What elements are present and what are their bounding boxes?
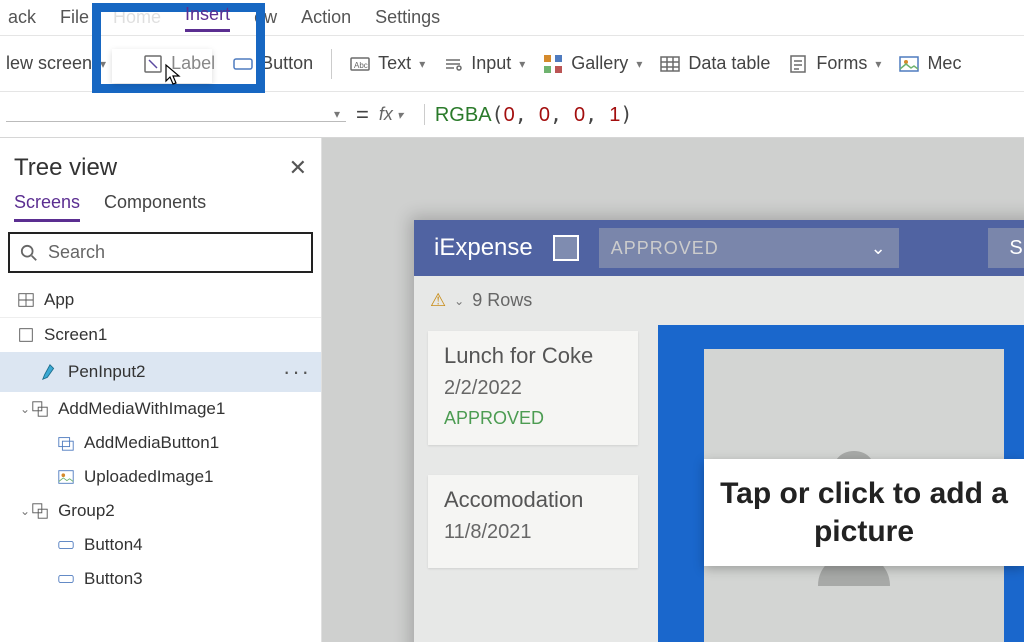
cursor-icon bbox=[163, 63, 185, 92]
tree-view-panel: Tree view ✕ Screens Components Search Ap… bbox=[0, 138, 322, 642]
tree-node-button3[interactable]: Button3 bbox=[0, 562, 321, 596]
button-icon bbox=[56, 536, 76, 554]
input-icon bbox=[443, 54, 463, 74]
card-title: Accomodation bbox=[444, 487, 622, 513]
tab-components[interactable]: Components bbox=[104, 192, 206, 222]
insert-media-button[interactable]: Mec bbox=[899, 53, 961, 74]
chevron-down-icon: ▾ bbox=[519, 57, 525, 71]
tree-node-group2[interactable]: ⌄ Group2 bbox=[0, 494, 321, 528]
label-icon bbox=[143, 54, 163, 74]
table-icon bbox=[660, 54, 680, 74]
app-icon bbox=[16, 291, 36, 309]
chevron-down-icon: ▾ bbox=[875, 57, 881, 71]
list-item[interactable]: Lunch for Coke 2/2/2022 APPROVED bbox=[428, 331, 638, 445]
chevron-down-icon: ⌄ bbox=[20, 504, 30, 518]
tree-node-button4[interactable]: Button4 bbox=[0, 528, 321, 562]
media-icon bbox=[899, 54, 919, 74]
group-icon bbox=[30, 400, 50, 418]
checkbox[interactable] bbox=[553, 235, 579, 261]
card-title: Lunch for Coke bbox=[444, 343, 622, 369]
chevron-down-icon: ⌄ bbox=[871, 238, 887, 259]
chevron-down-icon: ▾ bbox=[334, 107, 340, 121]
close-icon[interactable]: ✕ bbox=[289, 155, 307, 181]
tree-view-title: Tree view bbox=[14, 154, 117, 182]
app-preview: iExpense APPROVED ⌄ S ⚠ ⌄ 9 Rows Lunch f… bbox=[414, 220, 1024, 642]
tree-node-screen1[interactable]: Screen1 bbox=[0, 317, 321, 352]
menu-view[interactable]: ew bbox=[254, 7, 277, 28]
tab-screens[interactable]: Screens bbox=[14, 192, 80, 222]
add-picture-button[interactable]: Tap or click to add a picture bbox=[704, 349, 1004, 642]
formula-bar: ▾ = fx▾ RGBA(0, 0, 0, 1) bbox=[0, 92, 1024, 138]
insert-gallery-button[interactable]: Gallery▾ bbox=[543, 53, 642, 74]
ribbon-insert: lew screen▾ Label Button Abc Text▾ Input… bbox=[0, 36, 1024, 92]
tree-node-addmediawithimage[interactable]: ⌄ AddMediaWithImage1 bbox=[0, 392, 321, 426]
card-date: 11/8/2021 bbox=[444, 521, 622, 544]
app-header: iExpense APPROVED ⌄ S bbox=[414, 220, 1024, 276]
menu-insert[interactable]: Insert bbox=[185, 4, 230, 32]
svg-text:Abc: Abc bbox=[354, 61, 368, 70]
tree-node-peninput2[interactable]: PenInput2 ··· bbox=[0, 352, 321, 392]
chevron-down-icon: ⌄ bbox=[454, 294, 464, 308]
app-title: iExpense bbox=[434, 234, 533, 262]
insert-input-button[interactable]: Input▾ bbox=[443, 53, 525, 74]
menu-back[interactable]: ack bbox=[8, 7, 36, 28]
row-count-label: 9 Rows bbox=[472, 290, 532, 311]
warning-icon: ⚠ bbox=[430, 290, 446, 311]
filter-dropdown[interactable]: APPROVED ⌄ bbox=[599, 228, 899, 268]
button-icon bbox=[56, 570, 76, 588]
search-input[interactable]: Search bbox=[8, 232, 313, 273]
image-icon bbox=[56, 468, 76, 486]
insert-datatable-button[interactable]: Data table bbox=[660, 53, 770, 74]
equals-label: = bbox=[356, 102, 369, 128]
media-button-icon bbox=[56, 434, 76, 452]
screen-icon bbox=[16, 326, 36, 344]
chevron-down-icon: ▾ bbox=[100, 57, 106, 71]
tree-node-uploadedimage[interactable]: UploadedImage1 bbox=[0, 460, 321, 494]
insert-button-button[interactable]: Button bbox=[233, 53, 313, 74]
list-item[interactable]: Accomodation 11/8/2021 bbox=[428, 475, 638, 568]
chevron-down-icon: ▾ bbox=[419, 57, 425, 71]
forms-icon bbox=[788, 54, 808, 74]
menu-action[interactable]: Action bbox=[301, 7, 351, 28]
chevron-down-icon: ▾ bbox=[397, 108, 403, 122]
add-picture-label: Tap or click to add a picture bbox=[704, 459, 1024, 566]
chevron-down-icon: ⌄ bbox=[20, 402, 30, 416]
card-list: Lunch for Coke 2/2/2022 APPROVED Accomod… bbox=[428, 325, 638, 642]
property-selector[interactable]: ▾ bbox=[6, 107, 346, 122]
pen-icon bbox=[40, 363, 60, 381]
fx-button[interactable]: fx▾ bbox=[379, 104, 425, 125]
tree-node-app[interactable]: App bbox=[0, 283, 321, 317]
menu-file[interactable]: File bbox=[60, 7, 89, 28]
card-date: 2/2/2022 bbox=[444, 377, 622, 400]
chevron-down-icon: ▾ bbox=[636, 57, 642, 71]
more-icon[interactable]: ··· bbox=[283, 359, 311, 385]
button-icon bbox=[233, 54, 253, 74]
media-panel: Tap or click to add a picture bbox=[658, 325, 1024, 642]
search-button[interactable]: S bbox=[988, 228, 1024, 268]
text-icon: Abc bbox=[350, 54, 370, 74]
insert-text-button[interactable]: Abc Text▾ bbox=[350, 53, 425, 74]
tree-node-addmediabutton[interactable]: AddMediaButton1 bbox=[0, 426, 321, 460]
insert-forms-button[interactable]: Forms▾ bbox=[788, 53, 881, 74]
menu-settings[interactable]: Settings bbox=[375, 7, 440, 28]
group-icon bbox=[30, 502, 50, 520]
formula-input[interactable]: RGBA(0, 0, 0, 1) bbox=[435, 102, 633, 127]
menu-home[interactable]: Home bbox=[113, 7, 161, 28]
gallery-icon bbox=[543, 54, 563, 74]
search-icon bbox=[20, 244, 38, 262]
menu-bar: ack File Home Insert ew Action Settings bbox=[0, 0, 1024, 36]
separator bbox=[331, 49, 332, 79]
design-canvas[interactable]: iExpense APPROVED ⌄ S ⚠ ⌄ 9 Rows Lunch f… bbox=[322, 138, 1024, 642]
new-screen-button[interactable]: lew screen▾ bbox=[6, 53, 106, 74]
card-status: APPROVED bbox=[444, 408, 622, 429]
